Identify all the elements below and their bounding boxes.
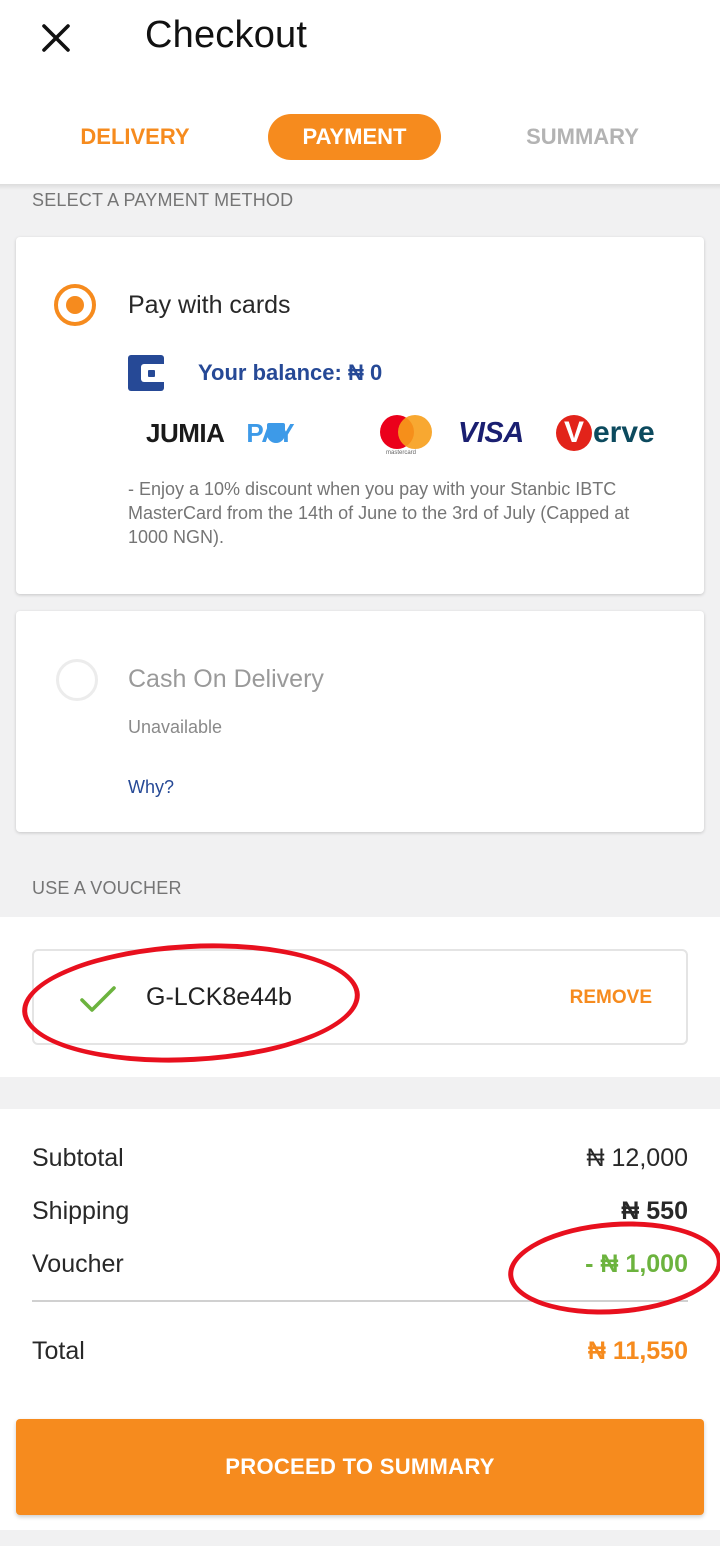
cod-status: Unavailable	[128, 717, 223, 737]
verve-logo: Verve	[556, 409, 655, 457]
remove-voucher-button[interactable]: REMOVE	[570, 987, 652, 1009]
payment-option-cards[interactable]: Pay with cards Your balance: ₦ 0 JUMIAPA…	[16, 237, 704, 594]
total-row: Total ₦ 11,550	[32, 1337, 688, 1373]
close-icon	[42, 24, 70, 52]
voucher-discount-label: Voucher	[32, 1250, 124, 1278]
cod-why-link[interactable]: Why?	[128, 777, 174, 798]
balance-row: Your balance: ₦ 0	[128, 355, 382, 391]
total-label: Total	[32, 1337, 85, 1365]
checkout-steps: DELIVERY PAYMENT SUMMARY	[0, 114, 720, 162]
payment-section-label: SELECT A PAYMENT METHOD	[32, 190, 294, 210]
subtotal-label: Subtotal	[32, 1144, 124, 1172]
subtotal-row: Subtotal ₦ 12,000	[32, 1144, 688, 1180]
balance-text: Your balance: ₦ 0	[198, 360, 383, 385]
wallet-icon	[128, 355, 164, 391]
proceed-to-summary-button[interactable]: PROCEED TO SUMMARY	[16, 1419, 704, 1515]
step-delivery[interactable]: DELIVERY	[60, 114, 210, 160]
total-value: ₦ 11,550	[587, 1337, 688, 1365]
page-title: Checkout	[145, 14, 308, 56]
card-brand-logos: JUMIAPAY mastercard VISA Verve	[146, 409, 666, 457]
shipping-label: Shipping	[32, 1197, 130, 1225]
cards-option-title: Pay with cards	[128, 291, 291, 319]
mastercard-logo: mastercard	[378, 409, 434, 457]
cod-radio	[56, 659, 98, 701]
visa-logo: VISA	[458, 416, 524, 449]
checkout-header: Checkout DELIVERY PAYMENT SUMMARY	[0, 0, 720, 184]
cards-radio[interactable]	[54, 284, 96, 326]
order-totals: Subtotal ₦ 12,000 Shipping ₦ 550 Voucher…	[0, 1109, 720, 1530]
payment-option-cod: Cash On Delivery Unavailable Why?	[16, 611, 704, 832]
cod-option-title: Cash On Delivery	[128, 665, 324, 693]
step-summary: SUMMARY	[526, 124, 639, 149]
step-payment[interactable]: PAYMENT	[268, 114, 441, 160]
voucher-section-label: USE A VOUCHER	[32, 878, 182, 898]
subtotal-value: ₦ 12,000	[586, 1144, 688, 1172]
close-button[interactable]	[30, 12, 82, 64]
promo-text: - Enjoy a 10% discount when you pay with…	[128, 479, 630, 547]
jumiapay-shield-icon	[267, 423, 285, 443]
